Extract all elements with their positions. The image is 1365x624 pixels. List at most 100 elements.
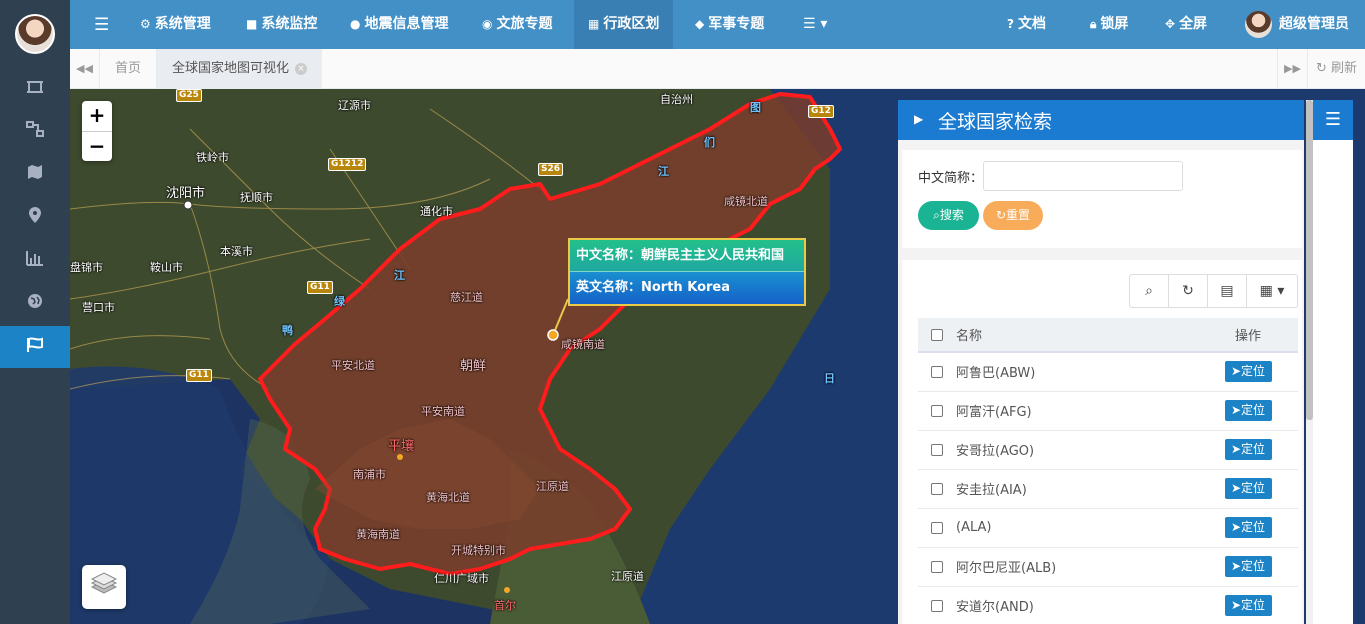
expand-icon: ✥	[1165, 17, 1176, 31]
tab-next-button[interactable]: ▶▶	[1277, 49, 1307, 89]
name-search-input[interactable]	[983, 161, 1183, 191]
toolbar-toggle-view-button[interactable]: ▤	[1208, 275, 1247, 307]
map-label: 黄海南道	[356, 528, 400, 541]
map-label: 仁川广域市	[434, 572, 489, 585]
nav-admin-division[interactable]: ▦ 行政区划	[574, 0, 674, 49]
panel-title: 全球国家检索	[938, 111, 1053, 133]
paper-plane-icon: ➤	[1230, 364, 1242, 379]
sidebar-item-flag[interactable]	[0, 326, 70, 368]
panel-scrollbar[interactable]	[1306, 100, 1313, 624]
sidebar-item-chart[interactable]	[0, 239, 70, 281]
row-checkbox[interactable]	[931, 560, 943, 573]
sidebar-item-crop[interactable]	[0, 68, 70, 110]
gear-icon: ⚙	[140, 17, 151, 31]
column-name: 名称	[956, 318, 1198, 353]
row-checkbox[interactable]	[931, 521, 943, 534]
map-label: 南浦市	[353, 468, 386, 481]
toolbar-columns-button[interactable]: ▦ ▾	[1247, 275, 1297, 307]
nav-lock[interactable]: 🔒︎ 锁屏	[1090, 0, 1128, 49]
close-icon[interactable]: ×	[295, 62, 308, 75]
sidebar-item-map[interactable]	[0, 153, 70, 195]
nav-docs[interactable]: ? 文档	[1007, 0, 1046, 49]
user-name[interactable]: 超级管理员	[1279, 0, 1349, 49]
toolbar-search-button[interactable]: ⌕	[1130, 275, 1169, 307]
globe-icon: ◉	[482, 17, 493, 31]
locate-button[interactable]: ➤定位	[1224, 595, 1272, 616]
nav-fullscreen[interactable]: ✥ 全屏	[1165, 0, 1207, 49]
row-checkbox[interactable]	[931, 599, 943, 612]
nav-more[interactable]: ☰ ▾	[797, 0, 833, 49]
search-form: 中文简称： ⌕搜索 ↻重置	[902, 150, 1302, 248]
nav-earthquake[interactable]: ● 地震信息管理	[336, 0, 462, 49]
map-label: 咸镜南道	[561, 338, 605, 351]
refresh-button[interactable]: ↻ 刷新	[1307, 49, 1365, 89]
sidebar-avatar[interactable]	[15, 14, 55, 54]
locate-button[interactable]: ➤定位	[1224, 556, 1272, 577]
flag-icon	[26, 337, 44, 357]
country-search-panel: ▶ 全球国家检索 中文简称： ⌕搜索 ↻重置 ⌕ ↻ ▤ ▦ ▾ 名称 操作 阿…	[898, 100, 1304, 624]
refresh-icon: ↻	[1182, 283, 1194, 299]
top-navbar: ☰ ⚙ 系统管理 ■ 系统监控 ● 地震信息管理 ◉ 文旅专题 ▦ 行政区划 ◆ 军事专题 …	[70, 0, 1365, 49]
country-popup: 中文名称：朝鲜民主主义人民共和国 英文名称：North Korea	[568, 238, 806, 306]
row-checkbox[interactable]	[931, 365, 943, 378]
tab-prev-button[interactable]: ◀◀	[70, 49, 100, 89]
user-avatar[interactable]	[1245, 11, 1272, 38]
sidebar-item-globe[interactable]	[0, 282, 70, 324]
sidebar-item-network[interactable]	[0, 110, 70, 152]
zoom-in-button[interactable]: +	[82, 101, 112, 131]
table-header-row: 名称 操作	[918, 318, 1298, 353]
map-label: 平安南道	[421, 405, 465, 418]
zoom-control: + −	[82, 101, 112, 161]
map-label: 江	[394, 269, 405, 282]
row-checkbox[interactable]	[931, 482, 943, 495]
map-label: 沈阳市	[166, 186, 206, 201]
locate-button[interactable]: ➤定位	[1224, 400, 1272, 421]
table-row: 安哥拉(AGO) ➤定位	[918, 430, 1298, 470]
sidebar-item-location[interactable]	[0, 196, 70, 238]
country-table-container: ⌕ ↻ ▤ ▦ ▾ 名称 操作 阿鲁巴(ABW) ➤定位 阿富汗(AFG) ➤定…	[902, 260, 1302, 624]
row-checkbox[interactable]	[931, 404, 943, 417]
select-all-checkbox[interactable]	[931, 328, 943, 341]
map-label: 通化市	[420, 205, 453, 218]
map-label: 黄海北道	[426, 491, 470, 504]
map-label: 平壤	[388, 439, 415, 454]
locate-button[interactable]: ➤定位	[1224, 439, 1272, 460]
toolbar-refresh-button[interactable]: ↻	[1169, 275, 1208, 307]
country-name: 安哥拉(AGO)	[956, 430, 1198, 470]
road-shield: S26	[538, 163, 564, 176]
locate-button[interactable]: ➤定位	[1224, 361, 1272, 383]
map-label: 自治州	[660, 93, 693, 106]
search-button[interactable]: ⌕搜索	[918, 201, 979, 230]
layers-icon	[90, 572, 118, 594]
nav-military[interactable]: ◆ 军事专题	[681, 0, 778, 49]
panel-menu-toggle[interactable]: ☰	[1313, 100, 1353, 140]
locate-button[interactable]: ➤定位	[1224, 517, 1272, 538]
tab-global-map[interactable]: 全球国家地图可视化 ×	[157, 49, 322, 89]
map-label: 咸镜北道	[724, 195, 768, 208]
nav-system-monitor[interactable]: ■ 系统监控	[232, 0, 331, 49]
locate-button[interactable]: ➤定位	[1224, 478, 1272, 499]
th-icon: ▦ ▾	[1259, 283, 1285, 299]
row-checkbox[interactable]	[931, 443, 943, 456]
search-icon: ⌕	[1145, 283, 1153, 299]
country-name: 安圭拉(AIA)	[956, 469, 1198, 509]
nav-system-manage[interactable]: ⚙ 系统管理	[126, 0, 225, 49]
panel-header[interactable]: ▶ 全球国家检索	[898, 100, 1304, 140]
network-icon	[26, 121, 44, 141]
table-row: 阿富汗(AFG) ➤定位	[918, 391, 1298, 431]
popup-cn-name: 中文名称：朝鲜民主主义人民共和国	[570, 240, 804, 272]
zoom-out-button[interactable]: −	[82, 131, 112, 161]
forward-icon: ▶▶	[1284, 62, 1301, 75]
table-row: 阿尔巴尼亚(ALB) ➤定位	[918, 547, 1298, 587]
layers-button[interactable]	[82, 565, 126, 609]
tab-home[interactable]: 首页	[100, 49, 157, 89]
road-shield: G25	[176, 89, 202, 102]
globe-icon	[27, 293, 43, 313]
bars-icon[interactable]: ☰	[94, 15, 109, 35]
nav-culture-tourism[interactable]: ◉ 文旅专题	[468, 0, 566, 49]
table-row: 安道尔(AND) ➤定位	[918, 586, 1298, 624]
reset-button[interactable]: ↻重置	[983, 201, 1043, 230]
bars-icon: ☰	[1324, 109, 1342, 130]
list-alt-icon: ▤	[1220, 283, 1234, 299]
scrollbar-thumb[interactable]	[1306, 100, 1313, 420]
